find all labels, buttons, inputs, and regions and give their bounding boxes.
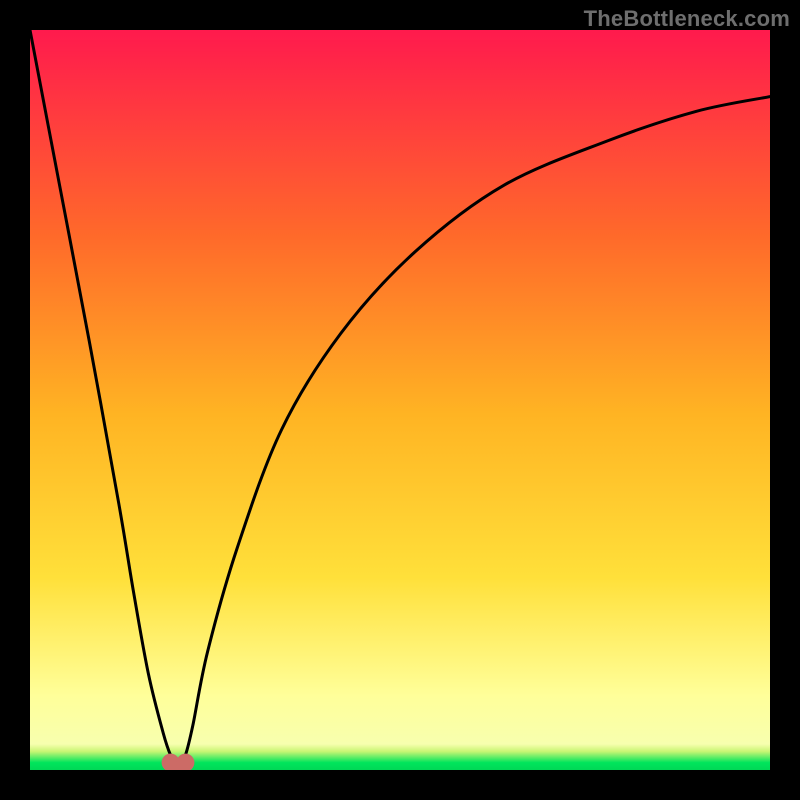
chart-frame bbox=[30, 30, 770, 770]
watermark-text: TheBottleneck.com bbox=[584, 6, 790, 32]
gradient-background bbox=[30, 30, 770, 770]
chart-svg bbox=[30, 30, 770, 770]
